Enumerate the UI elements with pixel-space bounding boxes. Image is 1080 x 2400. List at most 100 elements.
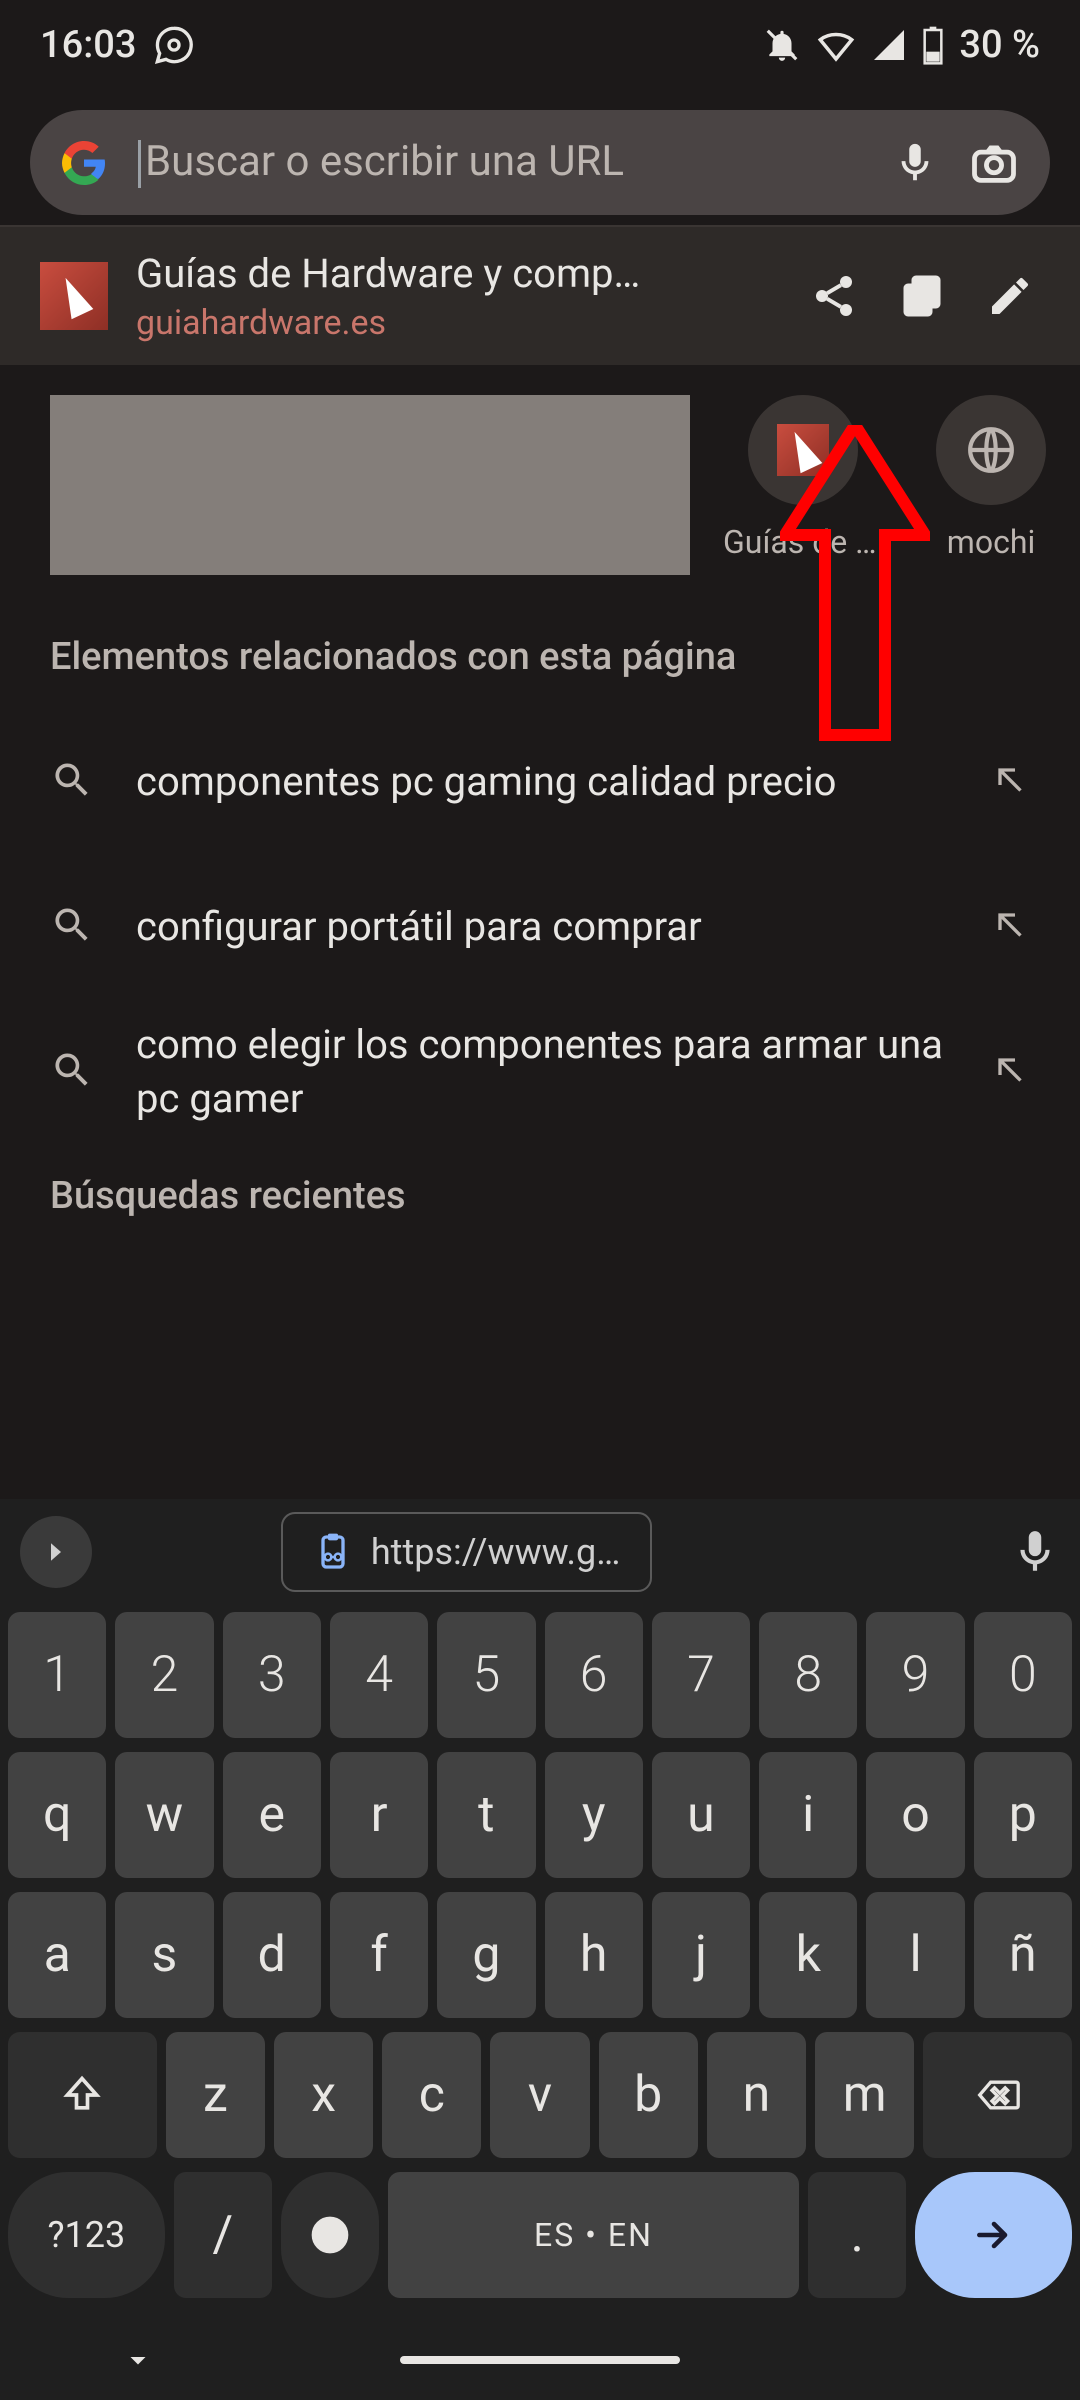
key-l[interactable]: l <box>866 1892 964 2018</box>
key-0[interactable]: 0 <box>974 1612 1072 1738</box>
nav-bar <box>0 2320 1080 2400</box>
omnibox[interactable]: Buscar o escribir una URL <box>30 110 1050 215</box>
key-8[interactable]: 8 <box>759 1612 857 1738</box>
search-icon <box>50 1048 94 1096</box>
suggestion-text: como elegir los componentes para armar u… <box>136 1018 948 1126</box>
share-button[interactable] <box>804 266 864 326</box>
key-t[interactable]: t <box>437 1752 535 1878</box>
key-i[interactable]: i <box>759 1752 857 1878</box>
kb-expand-button[interactable] <box>20 1516 92 1588</box>
kb-row-1: q w e r t y u i o p <box>8 1752 1072 1878</box>
key-go[interactable] <box>915 2172 1072 2298</box>
kb-row-2: a s d f g h j k l ñ <box>8 1892 1072 2018</box>
suggestion-row[interactable]: componentes pc gaming calidad precio <box>0 709 1080 854</box>
search-input[interactable]: Buscar o escribir una URL <box>138 137 862 188</box>
shortcut-label: Guías de H… <box>723 523 883 561</box>
key-c[interactable]: c <box>382 2032 481 2158</box>
key-r[interactable]: r <box>330 1752 428 1878</box>
key-u[interactable]: u <box>652 1752 750 1878</box>
key-space[interactable]: ES • EN <box>388 2172 800 2298</box>
suggestion-row[interactable]: como elegir los componentes para armar u… <box>0 999 1080 1144</box>
suggestion-text: configurar portátil para comprar <box>136 900 948 954</box>
globe-icon <box>966 425 1016 475</box>
kb-row-num: 1 2 3 4 5 6 7 8 9 0 <box>8 1612 1072 1738</box>
clipboard-suggestion[interactable]: https://www.g… <box>281 1512 652 1592</box>
key-1[interactable]: 1 <box>8 1612 106 1738</box>
key-w[interactable]: w <box>115 1752 213 1878</box>
clipboard-link-icon <box>313 1532 353 1572</box>
key-emoji[interactable] <box>281 2172 379 2298</box>
key-7[interactable]: 7 <box>652 1612 750 1738</box>
key-d[interactable]: d <box>223 1892 321 2018</box>
key-h[interactable]: h <box>545 1892 643 2018</box>
related-header: Elementos relacionados con esta página <box>0 605 1080 709</box>
key-k[interactable]: k <box>759 1892 857 2018</box>
status-time: 16:03 <box>40 23 136 67</box>
key-x[interactable]: x <box>274 2032 373 2158</box>
key-v[interactable]: v <box>490 2032 589 2158</box>
kb-row-3: z x c v b n m <box>8 2032 1072 2158</box>
key-enye[interactable]: ñ <box>974 1892 1072 2018</box>
key-shift[interactable] <box>8 2032 157 2158</box>
key-6[interactable]: 6 <box>545 1612 643 1738</box>
battery-text: 30 % <box>959 23 1040 67</box>
key-3[interactable]: 3 <box>223 1612 321 1738</box>
shortcut-label: mochi <box>947 523 1035 561</box>
shortcut-item[interactable]: Guías de H… <box>728 395 878 561</box>
insert-arrow-icon[interactable] <box>990 760 1030 804</box>
key-e[interactable]: e <box>223 1752 321 1878</box>
key-symbols[interactable]: ?123 <box>8 2172 165 2298</box>
key-4[interactable]: 4 <box>330 1612 428 1738</box>
key-n[interactable]: n <box>707 2032 806 2158</box>
status-bar: 16:03 30 % <box>0 0 1080 90</box>
current-page-row[interactable]: Guías de Hardware y comp… guiahardware.e… <box>0 225 1080 365</box>
nav-handle[interactable] <box>400 2356 680 2364</box>
battery-icon <box>921 25 945 65</box>
copy-button[interactable] <box>892 266 952 326</box>
kb-mic-icon[interactable] <box>1010 1527 1060 1577</box>
camera-icon[interactable] <box>968 137 1020 189</box>
key-p[interactable]: p <box>974 1752 1072 1878</box>
key-slash[interactable]: / <box>174 2172 272 2298</box>
key-q[interactable]: q <box>8 1752 106 1878</box>
insert-arrow-icon[interactable] <box>990 1050 1030 1094</box>
key-s[interactable]: s <box>115 1892 213 2018</box>
signal-icon <box>871 27 907 63</box>
clipboard-text: https://www.g… <box>371 1531 620 1573</box>
page-title: Guías de Hardware y comp… <box>136 250 776 297</box>
key-o[interactable]: o <box>866 1752 964 1878</box>
suggestion-text: componentes pc gaming calidad precio <box>136 755 948 809</box>
search-icon <box>50 758 94 806</box>
shortcut-placeholder <box>50 395 690 575</box>
whatsapp-icon <box>154 25 194 65</box>
key-2[interactable]: 2 <box>115 1612 213 1738</box>
key-y[interactable]: y <box>545 1752 643 1878</box>
search-icon <box>50 903 94 951</box>
key-j[interactable]: j <box>652 1892 750 2018</box>
key-g[interactable]: g <box>437 1892 535 2018</box>
recent-header: Búsquedas recientes <box>0 1144 1080 1248</box>
shortcut-item[interactable]: mochi <box>916 395 1066 561</box>
nav-chevron-down-icon[interactable] <box>120 2342 156 2378</box>
keyboard: https://www.g… 1 2 3 4 5 6 7 8 9 0 q w e… <box>0 1499 1080 2400</box>
kb-row-bottom: ?123 / ES • EN . <box>8 2172 1072 2298</box>
suggestion-row[interactable]: configurar portátil para comprar <box>0 854 1080 999</box>
dnd-icon <box>763 26 801 64</box>
site-favicon <box>40 262 108 330</box>
mic-icon[interactable] <box>892 140 938 186</box>
key-5[interactable]: 5 <box>437 1612 535 1738</box>
key-b[interactable]: b <box>599 2032 698 2158</box>
shortcuts-row: Guías de H… mochi <box>0 365 1080 605</box>
key-m[interactable]: m <box>815 2032 914 2158</box>
site-favicon <box>777 424 829 476</box>
key-backspace[interactable] <box>923 2032 1072 2158</box>
key-9[interactable]: 9 <box>866 1612 964 1738</box>
key-f[interactable]: f <box>330 1892 428 2018</box>
google-logo-icon <box>60 139 108 187</box>
key-z[interactable]: z <box>166 2032 265 2158</box>
page-url: guiahardware.es <box>136 303 776 343</box>
key-a[interactable]: a <box>8 1892 106 2018</box>
key-period[interactable]: . <box>808 2172 906 2298</box>
edit-button[interactable] <box>980 266 1040 326</box>
insert-arrow-icon[interactable] <box>990 905 1030 949</box>
